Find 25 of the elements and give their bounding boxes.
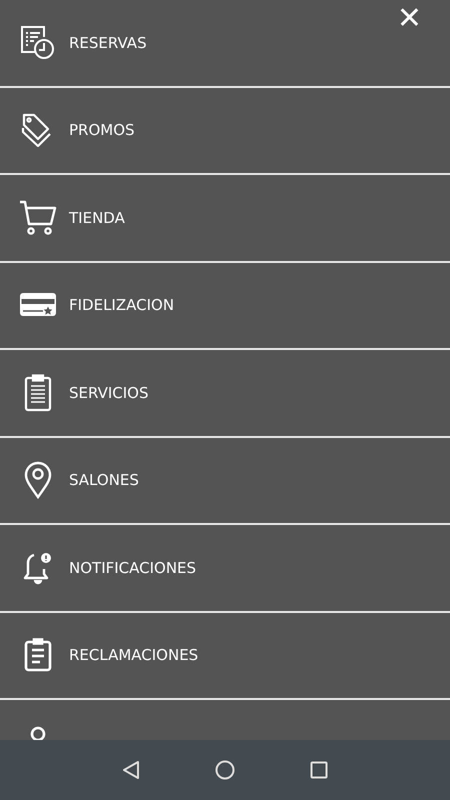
location-pin-icon <box>23 461 53 500</box>
menu-label: RESERVAS <box>69 34 147 52</box>
menu-item[interactable]: TIENDA <box>0 175 450 262</box>
shopping-cart-icon <box>19 200 57 236</box>
menu-label: RECLAMACIONES <box>69 646 198 664</box>
menu-label: SERVICIOS <box>69 384 149 402</box>
back-icon[interactable] <box>122 760 140 780</box>
menu-label: SALONES <box>69 471 139 490</box>
bell-alert-icon <box>23 550 53 585</box>
menu-item[interactable]: SERVICIOS <box>0 350 450 438</box>
menu-label: PROMOS <box>69 121 135 140</box>
close-button[interactable]: ✕ <box>392 4 426 34</box>
clipboard-list-icon <box>23 638 53 672</box>
menu-label: TIENDA <box>69 208 125 227</box>
menu-item[interactable]: NOTIFICACIONES <box>0 525 450 612</box>
menu-label: NOTIFICACIONES <box>69 558 196 577</box>
menu-item[interactable]: PROMOS <box>0 88 450 175</box>
clipboard-icon <box>23 374 53 412</box>
home-icon[interactable] <box>214 760 235 780</box>
menu-label: FIDELIZACION <box>69 296 174 314</box>
calendar-clock-icon <box>20 24 56 61</box>
menu-item[interactable]: RECLAMACIONES <box>0 612 450 700</box>
menu-item[interactable]: FIDELIZACION <box>0 262 450 350</box>
menu-item[interactable]: SALONES <box>0 438 450 525</box>
recents-icon[interactable] <box>310 761 328 779</box>
